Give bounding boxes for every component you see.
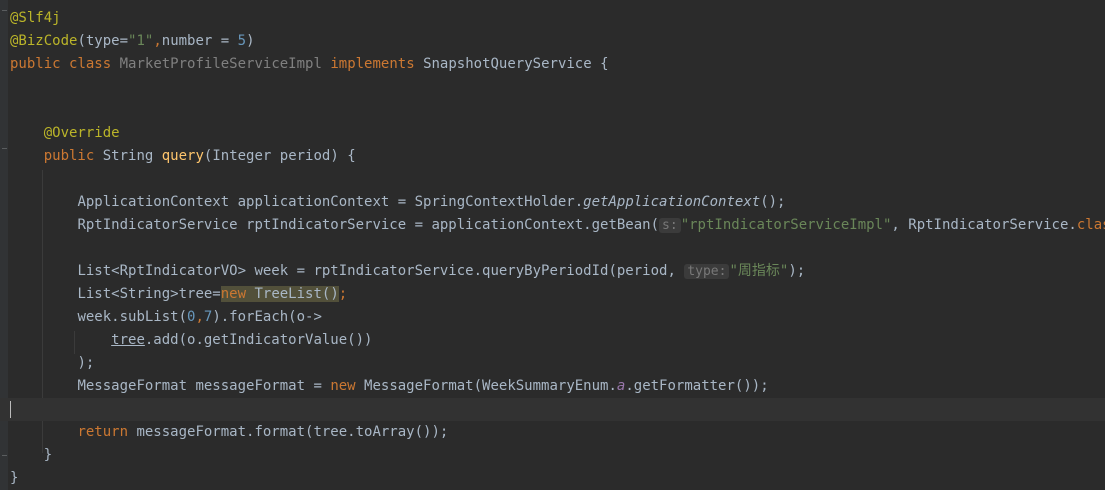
code-token: week.subList( bbox=[77, 309, 188, 325]
code-token: RptIndicatorService rptIndicatorService … bbox=[77, 217, 660, 233]
code-token: (Integer period) { bbox=[203, 148, 356, 164]
code-token: , bbox=[153, 33, 162, 49]
code-token: ); bbox=[788, 263, 806, 279]
code-line[interactable]: } bbox=[0, 444, 1105, 467]
code-editor[interactable]: @Slf4j @BizCode(type="1",number = 5) pub… bbox=[0, 0, 1105, 490]
number-token: 5 bbox=[237, 33, 247, 49]
string-token: "rptIndicatorServiceImpl" bbox=[680, 217, 892, 233]
code-line[interactable]: MessageFormat messageFormat = new Messag… bbox=[0, 375, 1105, 398]
code-token: } bbox=[43, 447, 53, 463]
code-line[interactable]: ApplicationContext applicationContext = … bbox=[0, 191, 1105, 214]
keyword-token: public bbox=[10, 56, 61, 72]
code-line[interactable]: } bbox=[0, 467, 1105, 490]
code-token: MessageFormat(WeekSummaryEnum. bbox=[355, 378, 617, 394]
keyword-token: public bbox=[43, 148, 95, 164]
code-token: ( bbox=[77, 33, 86, 49]
code-token: MessageFormat messageFormat = bbox=[77, 378, 331, 394]
code-line[interactable]: RptIndicatorService rptIndicatorService … bbox=[0, 214, 1105, 237]
code-line[interactable]: @Slf4j bbox=[0, 7, 1105, 30]
code-line[interactable]: public class MarketProfileServiceImpl im… bbox=[0, 53, 1105, 76]
code-token: { bbox=[600, 56, 609, 72]
code-token: messageFormat.format(tree.toArray()); bbox=[128, 424, 449, 440]
method-name-token: query bbox=[161, 148, 204, 164]
code-token: ; bbox=[338, 286, 348, 302]
code-token: ).forEach(o-> bbox=[212, 309, 322, 325]
text-caret bbox=[10, 401, 11, 418]
code-token: TreeList() bbox=[246, 286, 339, 302]
keyword-token: new bbox=[220, 286, 247, 302]
code-token: = bbox=[119, 33, 129, 49]
parameter-hint: s: bbox=[659, 218, 681, 233]
code-token: ApplicationContext applicationContext = … bbox=[77, 194, 584, 210]
code-line[interactable]: List<String>tree=new TreeList(); bbox=[0, 283, 1105, 306]
code-token: } bbox=[10, 470, 19, 486]
code-line[interactable]: @BizCode(type="1",number = 5) bbox=[0, 30, 1105, 53]
annotation-token: @BizCode bbox=[10, 33, 78, 49]
annotation-token: @Slf4j bbox=[10, 10, 61, 26]
code-token: , bbox=[195, 309, 204, 325]
keyword-token: implements bbox=[330, 56, 415, 72]
code-token: List<String>tree= bbox=[77, 286, 221, 302]
code-token: .add(o.getIndicatorValue()) bbox=[144, 332, 373, 348]
code-token: type bbox=[85, 33, 120, 49]
keyword-token: new bbox=[330, 378, 356, 394]
current-line[interactable] bbox=[0, 398, 1105, 421]
code-line[interactable]: @Override bbox=[0, 122, 1105, 145]
code-token: (); bbox=[760, 194, 786, 210]
code-token: number bbox=[161, 33, 213, 49]
code-line[interactable]: ); bbox=[0, 352, 1105, 375]
code-token: = bbox=[212, 33, 238, 49]
code-line[interactable]: week.subList(0,7).forEach(o-> bbox=[0, 306, 1105, 329]
code-token: ) bbox=[246, 33, 255, 49]
class-name-token: MarketProfileServiceImpl bbox=[119, 56, 322, 72]
code-token: , RptIndicatorService. bbox=[891, 217, 1077, 233]
string-token: "1" bbox=[128, 33, 154, 49]
code-token: String bbox=[102, 148, 154, 164]
keyword-token: return bbox=[77, 424, 129, 440]
annotation-token: @Override bbox=[43, 125, 120, 141]
static-call-token: getApplicationContext bbox=[583, 194, 761, 210]
variable-token: tree bbox=[111, 332, 145, 348]
keyword-token: class bbox=[1076, 217, 1105, 233]
code-line[interactable]: tree.add(o.getIndicatorValue()) bbox=[0, 329, 1105, 352]
code-token: SnapshotQueryService bbox=[423, 56, 592, 72]
code-token: ); bbox=[77, 355, 95, 371]
string-token: "周指标" bbox=[729, 263, 789, 279]
code-token: .getFormatter()); bbox=[625, 378, 769, 394]
parameter-hint: type: bbox=[684, 264, 730, 279]
keyword-token: class bbox=[69, 56, 112, 72]
code-line[interactable]: return messageFormat.format(tree.toArray… bbox=[0, 421, 1105, 444]
code-line[interactable]: List<RptIndicatorVO> week = rptIndicator… bbox=[0, 260, 1105, 283]
code-token: List<RptIndicatorVO> week = rptIndicator… bbox=[77, 263, 685, 279]
code-line[interactable]: public String query(Integer period) { bbox=[0, 145, 1105, 168]
